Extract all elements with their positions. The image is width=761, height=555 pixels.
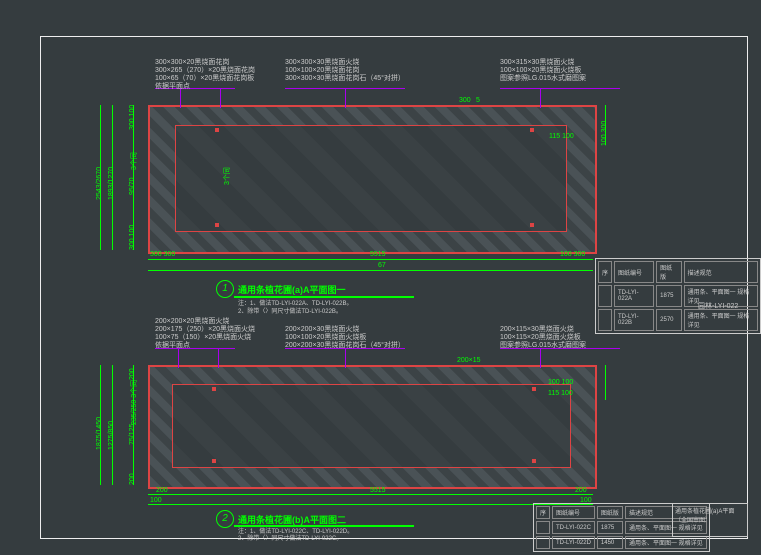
dim: 200 xyxy=(129,368,136,380)
plan1-pillar xyxy=(215,223,219,227)
dim: 300 xyxy=(459,97,471,104)
dim: 300 300 xyxy=(150,251,175,258)
title-num-1: 1 xyxy=(216,280,234,298)
dim: 67 xyxy=(378,262,386,269)
dim: 235/250 3个同 xyxy=(129,380,139,425)
dwg-number: 园林-LYI-022 xyxy=(698,301,738,311)
dim: 100 300 xyxy=(601,121,608,146)
dim: 95/70 xyxy=(129,177,136,195)
plan2-pillar xyxy=(532,387,536,391)
note: 2、除带〈〉同尺寸做法TD-LYI-022C。 xyxy=(238,533,342,542)
drawing-canvas: 300×300×20黑烧面花岗 300×265（270）×20黑烧面花岗 100… xyxy=(0,0,761,555)
dim: 5 xyxy=(476,97,480,104)
plan2-inner xyxy=(172,384,571,468)
dim: 3个同 xyxy=(129,152,139,170)
titleblock: 通用条植花圃(a)A平面 （全国审图） xyxy=(672,503,748,537)
dim-line xyxy=(148,259,593,261)
dim: 1893/1270 xyxy=(108,167,115,200)
label: 200×200×30黑烧面花岗石（45°对拼） xyxy=(285,340,405,350)
dim: 300 100 xyxy=(129,225,136,250)
title-num-2: 2 xyxy=(216,510,234,528)
dim: 1275/850 xyxy=(108,421,115,450)
leader xyxy=(500,88,620,90)
title-1: 通用条植花圃(a)A平面图一 xyxy=(238,283,346,296)
leader xyxy=(178,348,179,368)
proj-name: 通用条植花圃(a)A平面 xyxy=(675,506,745,515)
dim: 200 xyxy=(575,487,587,494)
leader xyxy=(285,88,405,90)
plan1-pillar xyxy=(530,128,534,132)
dim: 2543/2670 xyxy=(96,167,103,200)
plan2-pillar xyxy=(212,387,216,391)
dim: 75/125 xyxy=(129,424,136,445)
plan1-pillar xyxy=(530,223,534,227)
dim: 1875/1450 xyxy=(96,417,103,450)
leader xyxy=(540,88,541,108)
label: 图案参照LG.015水式磨图案 xyxy=(500,73,586,83)
dim: 200×15 xyxy=(457,357,481,364)
dim: 300 100 xyxy=(129,105,136,130)
dim: 115 100 xyxy=(549,133,574,140)
schedule-table-1: 序图纸编号图纸版描述规范 TD-LYI-022A1875通用条、平面图一 规格详… xyxy=(595,258,761,334)
dim: 5515 xyxy=(370,251,386,258)
dim: 100 300 xyxy=(560,251,585,258)
dim: 115 100 xyxy=(548,390,573,397)
leader xyxy=(345,348,346,368)
dim: 200 xyxy=(129,473,136,485)
label: 图案参照LG.015水式磨图案 xyxy=(500,340,586,350)
dim: 3个同 xyxy=(222,167,232,185)
plan2-pillar xyxy=(532,459,536,463)
dim-line xyxy=(148,270,593,272)
dim-line xyxy=(605,365,607,400)
dim: 200 xyxy=(156,487,168,494)
plan1-pillar xyxy=(215,128,219,132)
label: 依据平面点 xyxy=(155,340,190,350)
dim-line xyxy=(148,504,593,506)
leader xyxy=(180,88,181,108)
note: 2、除带〈〉同尺寸做法TD-LYI-022B。 xyxy=(238,306,342,315)
dim: 5515 xyxy=(370,487,386,494)
leader xyxy=(540,348,541,368)
dim: 100 100 xyxy=(548,379,573,386)
plan2-pillar xyxy=(212,459,216,463)
dim-line xyxy=(148,494,593,496)
label: 依据平面点 xyxy=(155,81,190,91)
proj-sub: （全国审图） xyxy=(675,515,745,524)
leader xyxy=(220,88,221,108)
dim: 100 xyxy=(150,497,162,504)
plan1-inner xyxy=(175,125,567,232)
leader xyxy=(345,88,346,108)
label: 300×300×30黑烧面花岗石（45°对拼） xyxy=(285,73,405,83)
leader xyxy=(218,348,219,368)
